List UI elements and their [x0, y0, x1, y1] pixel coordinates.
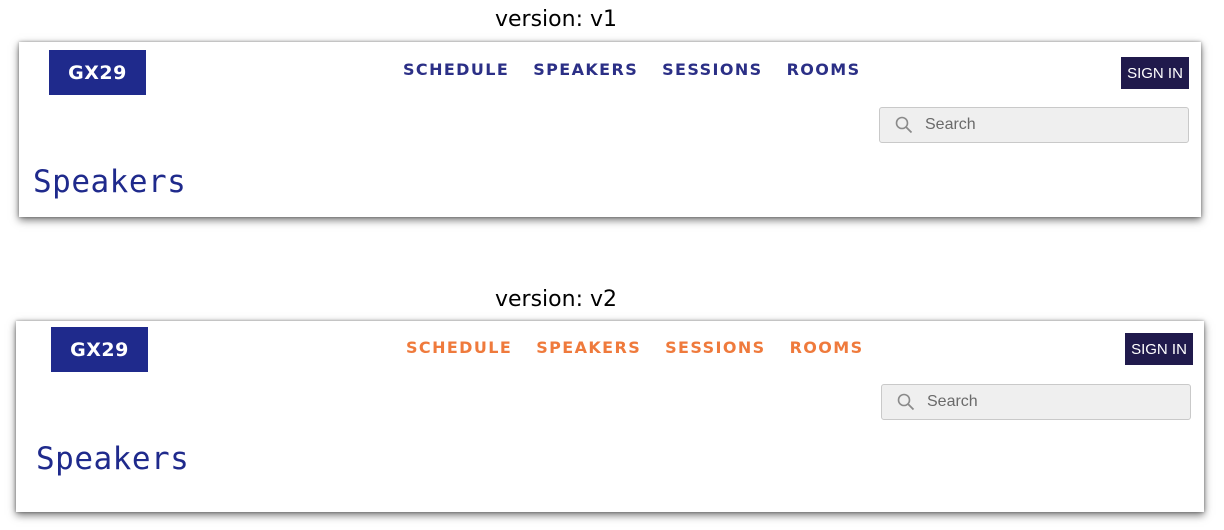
logo[interactable]: GX29	[51, 327, 148, 372]
nav-sessions[interactable]: SESSIONS	[665, 338, 765, 357]
search-icon	[897, 393, 915, 411]
logo[interactable]: GX29	[49, 50, 146, 95]
nav-schedule[interactable]: SCHEDULE	[403, 60, 509, 79]
search-input[interactable]	[925, 392, 1169, 412]
sign-in-button[interactable]: SIGN IN	[1125, 333, 1193, 365]
nav-rooms[interactable]: ROOMS	[787, 60, 861, 79]
nav-speakers[interactable]: SPEAKERS	[536, 338, 641, 357]
nav-sessions[interactable]: SESSIONS	[662, 60, 762, 79]
search-box[interactable]	[881, 384, 1191, 420]
version-label-v1: version: v1	[495, 7, 617, 32]
main-nav: SCHEDULE SPEAKERS SESSIONS ROOMS	[406, 338, 864, 357]
nav-schedule[interactable]: SCHEDULE	[406, 338, 512, 357]
page-title: Speakers	[36, 441, 190, 477]
search-box[interactable]	[879, 107, 1189, 143]
nav-rooms[interactable]: ROOMS	[790, 338, 864, 357]
header-panel-v2: GX29 SCHEDULE SPEAKERS SESSIONS ROOMS SI…	[16, 321, 1204, 512]
page-title: Speakers	[33, 164, 187, 200]
sign-in-button[interactable]: SIGN IN	[1121, 57, 1189, 89]
main-nav: SCHEDULE SPEAKERS SESSIONS ROOMS	[403, 60, 861, 79]
search-icon	[895, 116, 913, 134]
header-panel-v1: GX29 SCHEDULE SPEAKERS SESSIONS ROOMS SI…	[19, 42, 1201, 217]
version-label-v2: version: v2	[495, 287, 617, 312]
nav-speakers[interactable]: SPEAKERS	[533, 60, 638, 79]
search-input[interactable]	[923, 115, 1167, 135]
